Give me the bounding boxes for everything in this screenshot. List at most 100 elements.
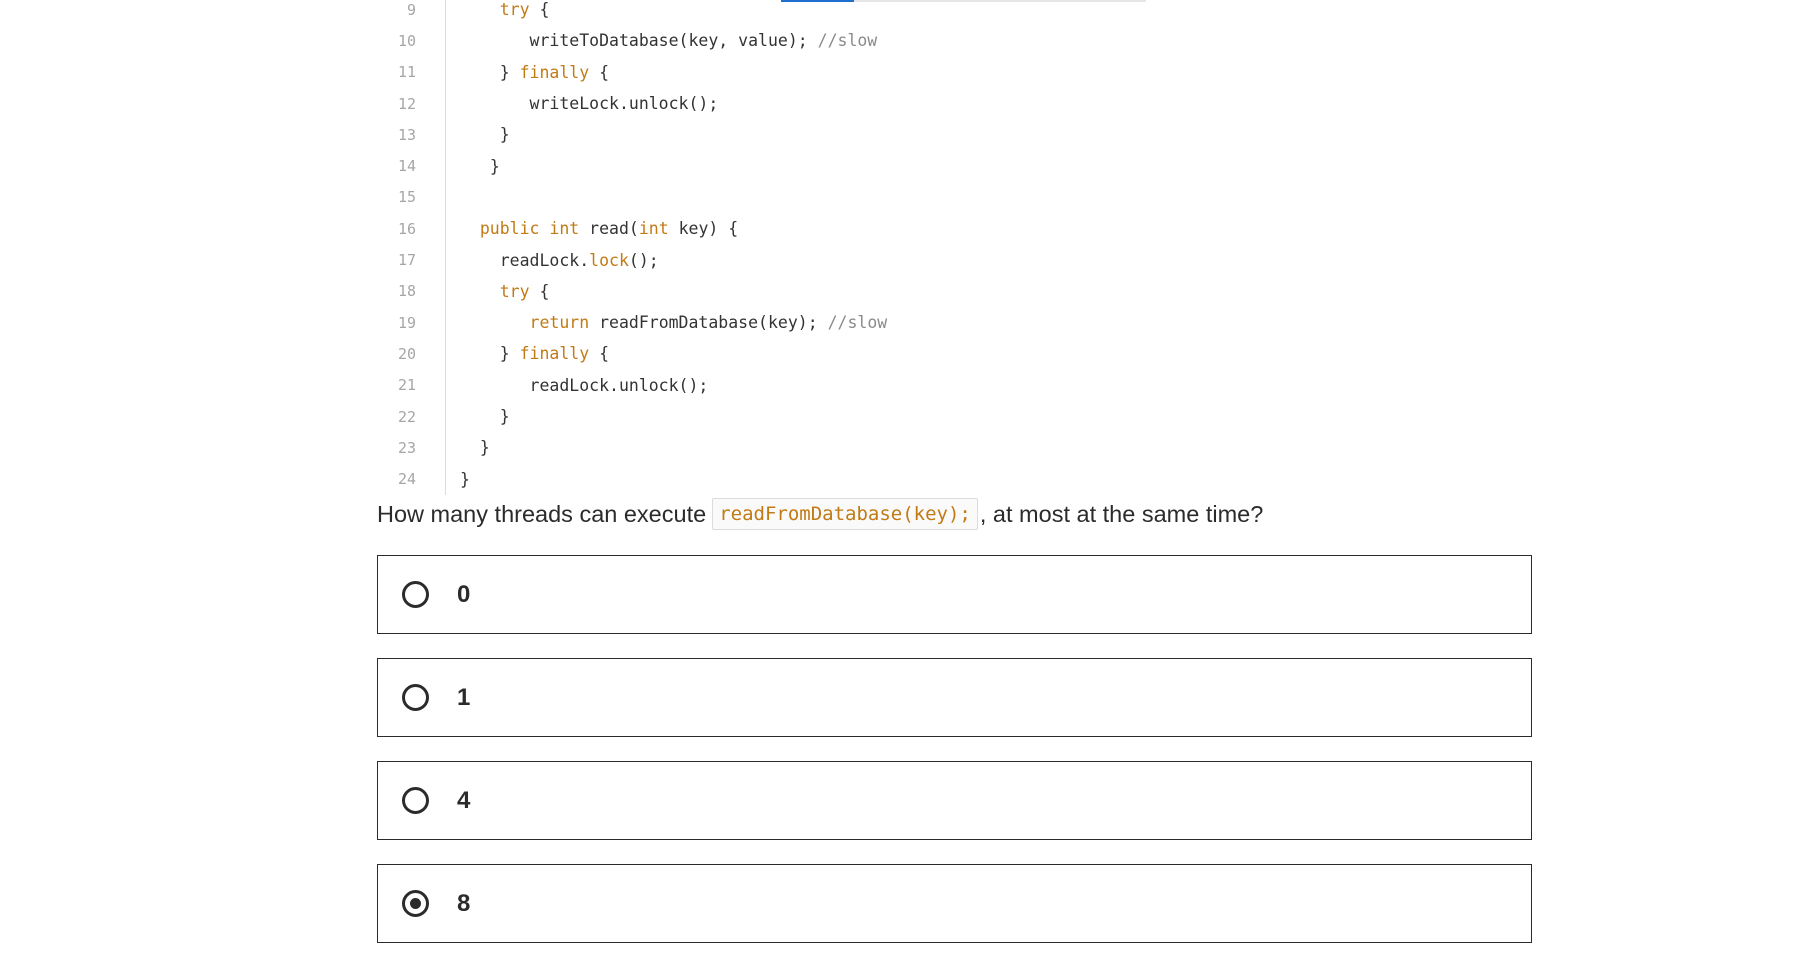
code-line: 15 bbox=[380, 181, 1530, 214]
code-token: key) { bbox=[668, 219, 739, 239]
code-token: try bbox=[499, 281, 530, 301]
line-number: 20 bbox=[397, 344, 416, 363]
code-token: public bbox=[479, 219, 540, 239]
code-token: readLock.unlock(); bbox=[529, 375, 709, 395]
code-token: } bbox=[479, 438, 490, 458]
gutter-divider bbox=[445, 181, 446, 214]
code-token: { bbox=[529, 281, 550, 301]
code-token: finally bbox=[519, 344, 590, 364]
gutter-divider bbox=[445, 56, 446, 88]
code-text: writeLock.unlock(); bbox=[430, 94, 719, 113]
question-text: How many threads can execute readFromDat… bbox=[377, 498, 1263, 530]
code-token: (); bbox=[628, 250, 659, 270]
radio-button[interactable] bbox=[402, 890, 429, 917]
gutter-divider bbox=[445, 369, 446, 401]
code-text: try { bbox=[430, 281, 550, 301]
code-token: finally bbox=[519, 62, 590, 82]
answer-options: 0 1 4 8 bbox=[377, 555, 1532, 967]
gutter-divider bbox=[445, 275, 446, 307]
gutter-divider bbox=[445, 338, 446, 370]
gutter-divider bbox=[445, 306, 446, 339]
code-token: read( bbox=[579, 219, 639, 239]
code-text: } bbox=[430, 125, 510, 144]
line-number: 18 bbox=[397, 282, 416, 301]
code-text: } bbox=[430, 470, 470, 489]
gutter-divider bbox=[445, 213, 446, 245]
answer-option-3[interactable]: 8 bbox=[377, 864, 1532, 943]
code-token: writeToDatabase(key, value); bbox=[529, 31, 818, 51]
code-line: 9 try { bbox=[380, 0, 1530, 26]
line-number: 19 bbox=[397, 313, 416, 332]
line-number: 15 bbox=[397, 188, 416, 207]
code-token: } bbox=[499, 62, 520, 82]
question-inline-code: readFromDatabase(key); bbox=[712, 498, 978, 530]
code-token: } bbox=[489, 156, 500, 176]
answer-option-label: 0 bbox=[457, 580, 471, 608]
answer-option-2[interactable]: 4 bbox=[377, 761, 1532, 840]
question-prefix: How many threads can execute bbox=[377, 500, 707, 527]
gutter-divider bbox=[445, 119, 446, 151]
code-text: writeToDatabase(key, value); //slow bbox=[430, 31, 878, 51]
code-text: public int read(int key) { bbox=[430, 219, 738, 238]
question-suffix: , at most at the same time? bbox=[979, 500, 1264, 527]
code-token: readFromDatabase(key); bbox=[589, 313, 828, 333]
code-token: { bbox=[589, 62, 610, 82]
line-number: 14 bbox=[397, 157, 416, 176]
code-token: lock bbox=[589, 250, 629, 270]
radio-button[interactable] bbox=[402, 787, 429, 814]
code-token: } bbox=[499, 407, 510, 426]
line-number: 24 bbox=[397, 470, 416, 489]
code-text: readLock.unlock(); bbox=[430, 375, 709, 395]
code-text: try { bbox=[430, 0, 550, 20]
code-text: readLock.lock(); bbox=[430, 251, 659, 270]
code-line: 22 } bbox=[380, 400, 1530, 433]
line-number: 21 bbox=[397, 376, 416, 395]
code-token: int bbox=[638, 219, 669, 239]
code-line: 20 } finally { bbox=[380, 338, 1530, 370]
line-number: 13 bbox=[397, 125, 416, 144]
code-token: } bbox=[460, 469, 470, 489]
answer-option-1[interactable]: 1 bbox=[377, 658, 1532, 737]
code-line: 14 } bbox=[380, 150, 1530, 182]
code-line: 18 try { bbox=[380, 275, 1530, 307]
answer-option-label: 8 bbox=[457, 889, 471, 917]
code-line: 12 writeLock.unlock(); bbox=[380, 87, 1530, 120]
code-line: 23 } bbox=[380, 432, 1530, 464]
code-token: } bbox=[499, 125, 510, 145]
code-text: } bbox=[430, 407, 510, 426]
line-number: 12 bbox=[397, 94, 416, 113]
code-line: 17 readLock.lock(); bbox=[380, 244, 1530, 276]
code-token: } bbox=[499, 344, 520, 364]
answer-option-0[interactable]: 0 bbox=[377, 555, 1532, 634]
code-text: } finally { bbox=[430, 344, 609, 363]
gutter-divider bbox=[445, 0, 446, 26]
radio-button[interactable] bbox=[402, 581, 429, 608]
gutter-divider bbox=[445, 150, 446, 182]
gutter-divider bbox=[445, 25, 446, 57]
line-number: 23 bbox=[397, 438, 416, 457]
gutter-divider bbox=[445, 463, 446, 495]
code-text: } finally { bbox=[430, 63, 609, 82]
answer-option-label: 1 bbox=[457, 683, 471, 711]
code-line: 13 } bbox=[380, 119, 1530, 151]
code-token: { bbox=[529, 0, 550, 20]
line-number: 10 bbox=[397, 31, 416, 50]
code-text: } bbox=[430, 438, 490, 457]
gutter-divider bbox=[445, 87, 446, 120]
code-line: 21 readLock.unlock(); bbox=[380, 369, 1530, 401]
radio-button[interactable] bbox=[402, 684, 429, 711]
code-token: try bbox=[499, 0, 530, 20]
code-token: { bbox=[589, 344, 610, 364]
